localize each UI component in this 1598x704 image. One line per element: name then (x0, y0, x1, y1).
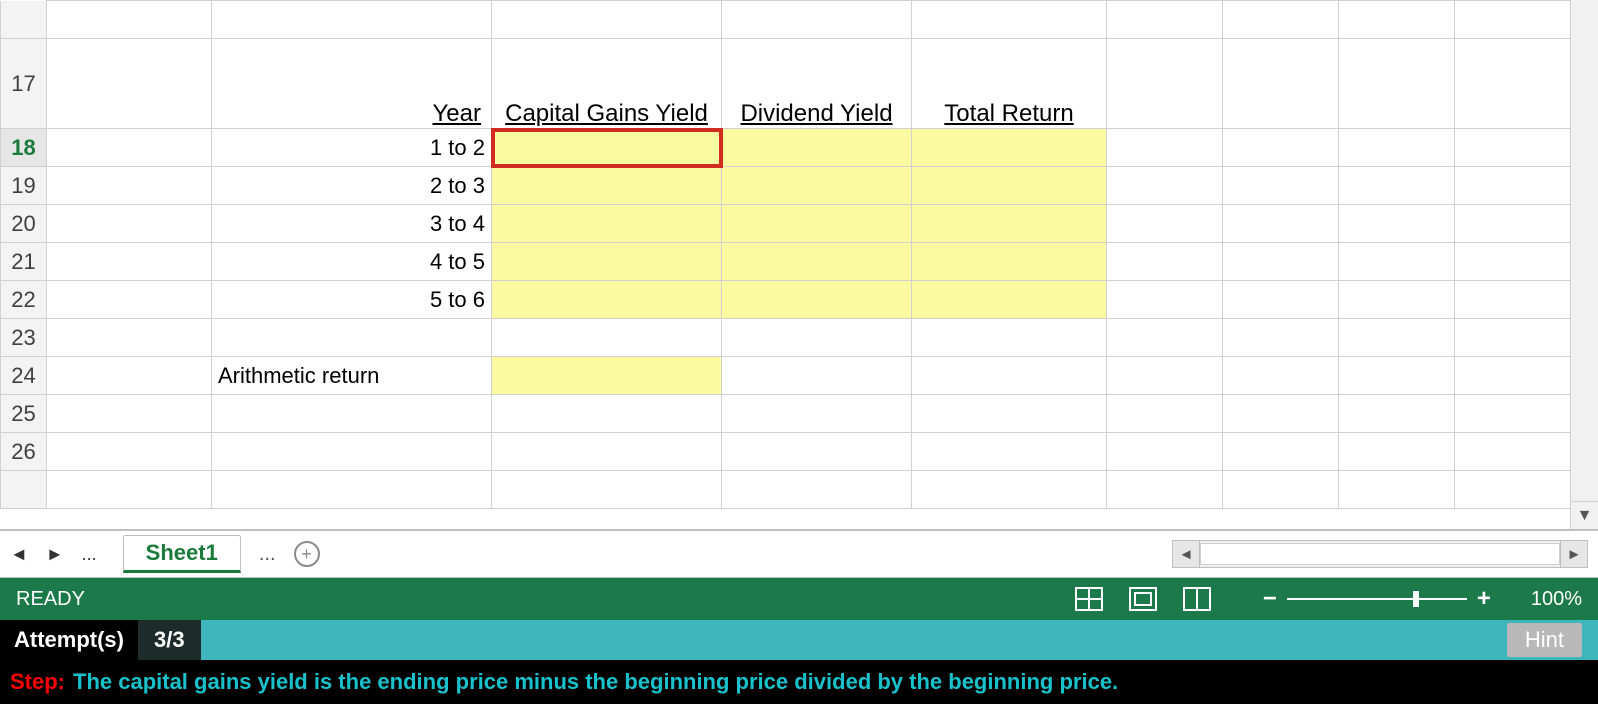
cell-year-header[interactable]: Year (212, 39, 492, 129)
status-text: READY (16, 588, 85, 611)
view-page-break-icon[interactable] (1183, 587, 1211, 611)
hint-button[interactable]: Hint (1507, 623, 1582, 657)
cell-dy[interactable] (722, 205, 912, 243)
sheet-tab-label: Sheet1 (146, 540, 218, 566)
cell-year[interactable]: 4 to 5 (212, 243, 492, 281)
cell-cgy-active[interactable] (492, 129, 722, 167)
tr-header-text: Total Return (944, 100, 1073, 127)
cell-cgy[interactable] (492, 281, 722, 319)
add-sheet-button[interactable]: + (294, 541, 320, 567)
cell-dy[interactable] (722, 167, 912, 205)
scroll-left-icon[interactable]: ◄ (1172, 540, 1200, 568)
tab-more-dots[interactable]: ... (259, 543, 276, 566)
cell-year[interactable]: 1 to 2 (212, 129, 492, 167)
cell-arith-label[interactable]: Arithmetic return (212, 357, 492, 395)
cell-arith-cgy[interactable] (492, 357, 722, 395)
spreadsheet-grid[interactable]: 17 Year Capital Gains Yield Dividend Yie… (0, 0, 1598, 530)
cell-tr[interactable] (912, 167, 1107, 205)
row-header[interactable]: 23 (1, 319, 47, 357)
cell-dy-header[interactable]: Dividend Yield (722, 39, 912, 129)
cell-dy[interactable] (722, 129, 912, 167)
row-header-partial[interactable] (1, 471, 47, 509)
sheet-tab-active[interactable]: Sheet1 (123, 535, 241, 573)
tab-nav-prev-icon[interactable]: ◄ (10, 544, 28, 565)
cell-cgy-header[interactable]: Capital Gains Yield (492, 39, 722, 129)
step-text: The capital gains yield is the ending pr… (73, 669, 1118, 695)
row-header-partial[interactable] (1, 1, 47, 39)
cell-year[interactable]: 3 to 4 (212, 205, 492, 243)
cell-cgy[interactable] (492, 205, 722, 243)
row-header[interactable]: 17 (1, 39, 47, 129)
cell-dy[interactable] (722, 281, 912, 319)
dy-header-text: Dividend Yield (740, 100, 892, 127)
tab-nav-next-icon[interactable]: ► (46, 544, 64, 565)
cell-tr[interactable] (912, 281, 1107, 319)
zoom-slider[interactable] (1287, 598, 1467, 600)
cell-year[interactable]: 5 to 6 (212, 281, 492, 319)
year-header-text: Year (433, 100, 482, 127)
cell-cgy[interactable] (492, 167, 722, 205)
row-header[interactable]: 18 (1, 129, 47, 167)
row-header[interactable]: 25 (1, 395, 47, 433)
row-header[interactable]: 21 (1, 243, 47, 281)
cell-tr[interactable] (912, 243, 1107, 281)
step-bar: Step: The capital gains yield is the end… (0, 660, 1598, 704)
row-header[interactable]: 26 (1, 433, 47, 471)
cell-tr-header[interactable]: Total Return (912, 39, 1107, 129)
view-page-layout-icon[interactable] (1129, 587, 1157, 611)
cell-tr[interactable] (912, 205, 1107, 243)
scroll-down-icon[interactable]: ▼ (1571, 501, 1598, 529)
zoom-percent[interactable]: 100% (1531, 588, 1582, 611)
scroll-right-icon[interactable]: ► (1560, 540, 1588, 568)
row-header[interactable]: 20 (1, 205, 47, 243)
attempts-bar: Attempt(s) 3/3 Hint (0, 620, 1598, 660)
cgy-header-text: Capital Gains Yield (505, 100, 708, 127)
zoom-thumb[interactable] (1413, 591, 1419, 607)
hscroll-thumb[interactable] (1200, 543, 1560, 565)
attempts-label: Attempt(s) (0, 627, 138, 653)
row-header[interactable]: 19 (1, 167, 47, 205)
step-label: Step: (10, 669, 65, 695)
cell-dy[interactable] (722, 243, 912, 281)
attempts-count: 3/3 (138, 620, 201, 660)
vertical-scrollbar[interactable]: ▼ (1570, 0, 1598, 529)
horizontal-scrollbar[interactable]: ◄ ► (1172, 540, 1588, 568)
tab-nav-more-icon[interactable]: ... (82, 544, 97, 565)
cell-tr[interactable] (912, 129, 1107, 167)
row-header[interactable]: 24 (1, 357, 47, 395)
zoom-out-button[interactable]: − (1263, 585, 1277, 613)
sheet-tab-bar: ◄ ► ... Sheet1 ... + ◄ ► (0, 530, 1598, 578)
zoom-in-button[interactable]: + (1477, 585, 1491, 613)
cell-year[interactable]: 2 to 3 (212, 167, 492, 205)
row-header[interactable]: 22 (1, 281, 47, 319)
hint-button-label: Hint (1525, 627, 1564, 652)
status-bar: READY − + 100% (0, 578, 1598, 620)
cell-cgy[interactable] (492, 243, 722, 281)
view-normal-icon[interactable] (1075, 587, 1103, 611)
